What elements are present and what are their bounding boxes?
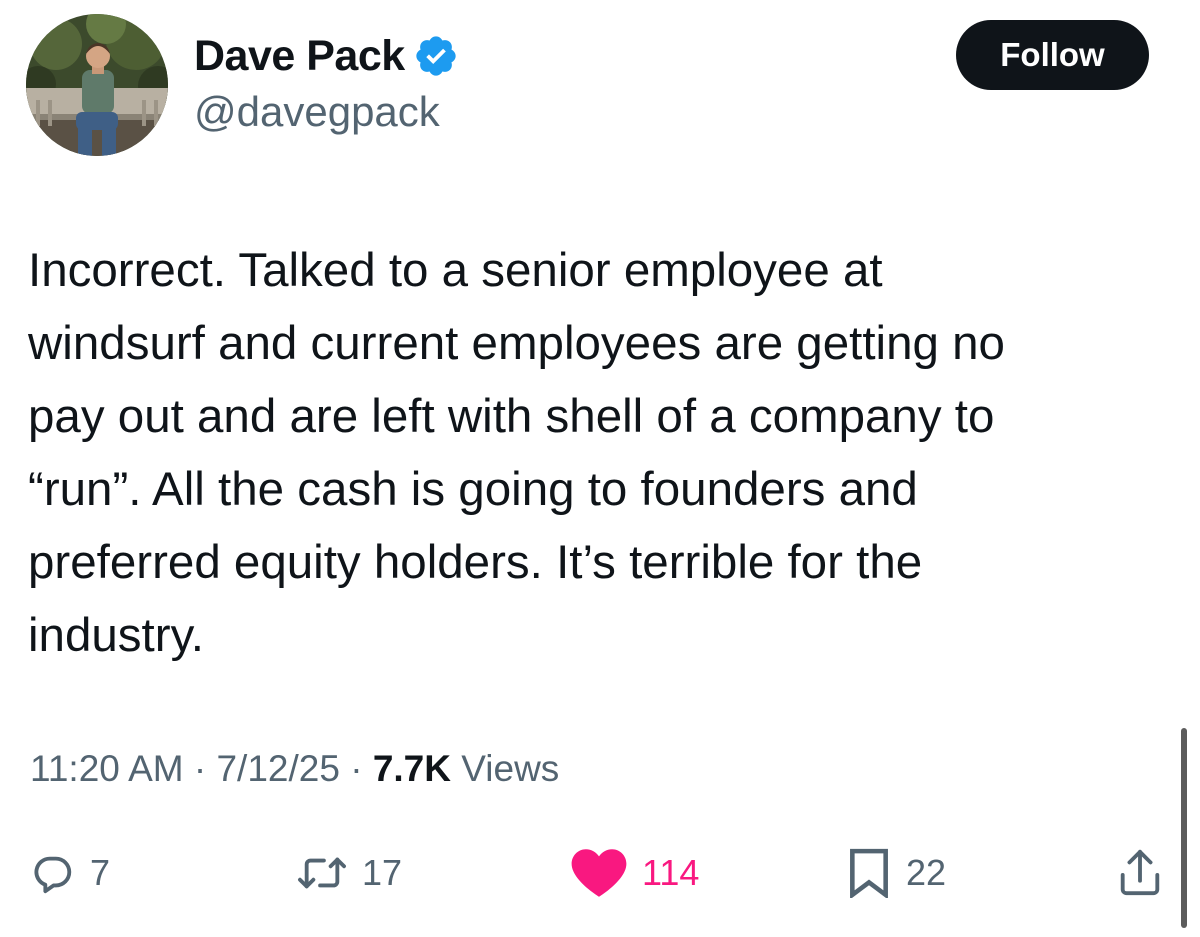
- avatar-image: [26, 14, 168, 156]
- reply-icon: [34, 856, 72, 894]
- tweet-text-line: windsurf and current employees are getti…: [28, 317, 1005, 370]
- tweet-text-line: Incorrect. Talked to a senior employee a…: [28, 244, 883, 297]
- views-label[interactable]: Views: [461, 748, 559, 789]
- tweet-time[interactable]: 11:20 AM: [30, 748, 184, 789]
- author-handle[interactable]: @davegpack: [194, 88, 440, 136]
- repost-count: 17: [362, 852, 403, 893]
- reply-button[interactable]: 7: [30, 842, 110, 904]
- like-button[interactable]: 114: [570, 842, 699, 904]
- share-button[interactable]: [1116, 842, 1164, 904]
- tweet-text-line: industry.: [28, 609, 204, 662]
- meta-separator: ·: [193, 748, 207, 789]
- repost-icon: [298, 857, 346, 889]
- share-icon: [1120, 849, 1160, 896]
- bookmark-icon: [850, 848, 888, 898]
- tweet-text: Incorrect. Talked to a senior employee a…: [28, 234, 1168, 672]
- bookmark-count: 22: [906, 852, 947, 893]
- views-count[interactable]: 7.7K: [373, 748, 451, 789]
- tweet-meta: 11:20 AM · 7/12/25 · 7.7K Views: [30, 748, 559, 790]
- reply-count: 7: [90, 852, 111, 893]
- author-display-name[interactable]: Dave Pack: [194, 32, 405, 81]
- avatar[interactable]: [26, 14, 168, 156]
- scrollbar[interactable]: [1181, 728, 1187, 928]
- follow-button[interactable]: Follow: [956, 20, 1149, 90]
- like-count: 114: [642, 852, 700, 893]
- tweet-text-line: preferred equity holders. It’s terrible …: [28, 536, 923, 589]
- meta-separator: ·: [350, 748, 363, 789]
- verified-badge-icon[interactable]: [413, 33, 459, 79]
- author-name-row: Dave Pack: [194, 28, 459, 84]
- heart-icon: [571, 849, 627, 897]
- tweet-date[interactable]: 7/12/25: [216, 748, 339, 789]
- repost-button[interactable]: 17: [296, 842, 402, 904]
- tweet-text-line: “run”. All the cash is going to founders…: [28, 463, 918, 516]
- tweet-text-line: pay out and are left with shell of a com…: [28, 390, 995, 443]
- bookmark-button[interactable]: 22: [846, 842, 946, 904]
